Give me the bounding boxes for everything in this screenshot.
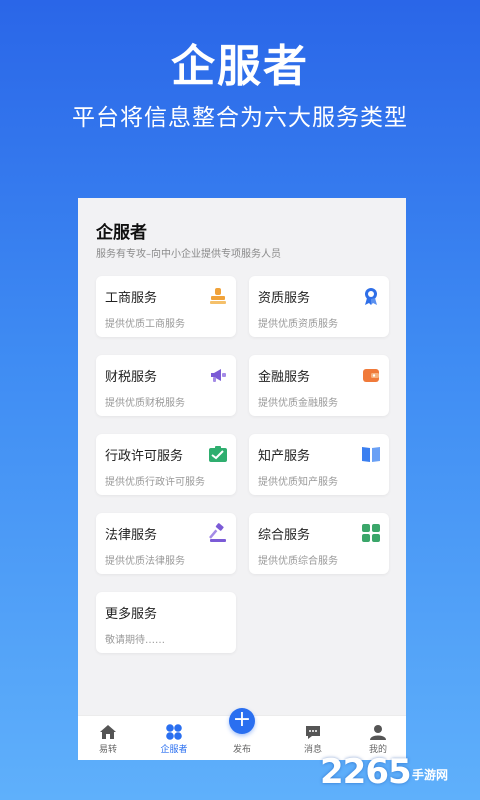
service-desc: 提供优质工商服务: [105, 319, 185, 330]
service-title: 金融服务: [258, 370, 311, 385]
service-card-comprehensive[interactable]: 综合服务 提供优质综合服务: [249, 513, 389, 574]
book-icon: [362, 447, 380, 462]
service-card-tax[interactable]: 财税服务 提供优质财税服务: [96, 355, 236, 416]
service-title: 知产服务: [258, 449, 311, 464]
watermark-text: 手游网: [412, 768, 449, 782]
service-title: 法律服务: [105, 528, 158, 543]
service-title: 行政许可服务: [105, 449, 184, 464]
tab-publish[interactable]: + 发布: [212, 708, 272, 760]
tab-yizhuan[interactable]: 易转: [78, 716, 138, 760]
service-title: 工商服务: [105, 291, 158, 306]
service-title: 财税服务: [105, 370, 158, 385]
tab-label: 发布: [232, 745, 251, 755]
hero-subtitle: 平台将信息整合为六大服务类型: [72, 105, 408, 131]
service-desc: 提供优质财税服务: [105, 398, 185, 409]
user-icon: [370, 725, 386, 740]
stamp-icon: [210, 288, 226, 304]
service-title: 综合服务: [258, 528, 311, 543]
home-icon: [100, 725, 116, 739]
chat-icon: [306, 726, 320, 739]
site-watermark: 2265 手游网: [320, 752, 470, 792]
service-desc: 提供优质综合服务: [258, 556, 338, 567]
service-desc: 提供优质知产服务: [258, 477, 338, 488]
wallet-icon: [363, 369, 379, 382]
service-card-business[interactable]: 工商服务 提供优质工商服务: [96, 276, 236, 337]
service-card-ip[interactable]: 知产服务 提供优质知产服务: [249, 434, 389, 495]
service-title: 更多服务: [105, 607, 158, 622]
service-desc: 提供优质行政许可服务: [105, 477, 205, 488]
hero-title: 企服者: [171, 41, 309, 92]
service-desc: 提供优质资质服务: [258, 319, 338, 330]
service-card-finance[interactable]: 金融服务 提供优质金融服务: [249, 355, 389, 416]
badge-icon: [365, 288, 377, 305]
tab-label: 企服者: [160, 745, 188, 755]
tab-label: 易转: [98, 745, 117, 755]
watermark-number: 2265: [320, 752, 412, 792]
app-brand-logo: 企服者: [96, 223, 147, 243]
service-card-admin-license[interactable]: 行政许可服务 提供优质行政许可服务: [96, 434, 236, 495]
app-brand-subtitle: 服务有专攻–向中小企业提供专项服务人员: [96, 249, 281, 260]
service-card-qualification[interactable]: 资质服务 提供优质资质服务: [249, 276, 389, 337]
plus-icon[interactable]: +: [229, 708, 255, 734]
service-desc: 提供优质法律服务: [105, 556, 185, 567]
service-card-legal[interactable]: 法律服务 提供优质法律服务: [96, 513, 236, 574]
app-screen: 企服者 服务有专攻–向中小企业提供专项服务人员 工商服务 提供优质工商服务 资质…: [78, 198, 406, 760]
gavel-icon: [209, 523, 226, 542]
service-title: 资质服务: [258, 291, 311, 306]
clover-icon: [166, 724, 182, 740]
megaphone-icon: [211, 369, 226, 382]
tab-qifuzhe[interactable]: 企服者: [144, 716, 204, 760]
grid-icon: [362, 524, 380, 542]
service-desc: 提供优质金融服务: [258, 398, 338, 409]
service-desc: 敬请期待……: [105, 635, 165, 646]
service-card-more[interactable]: 更多服务 敬请期待……: [96, 592, 236, 653]
license-icon: [209, 446, 227, 462]
